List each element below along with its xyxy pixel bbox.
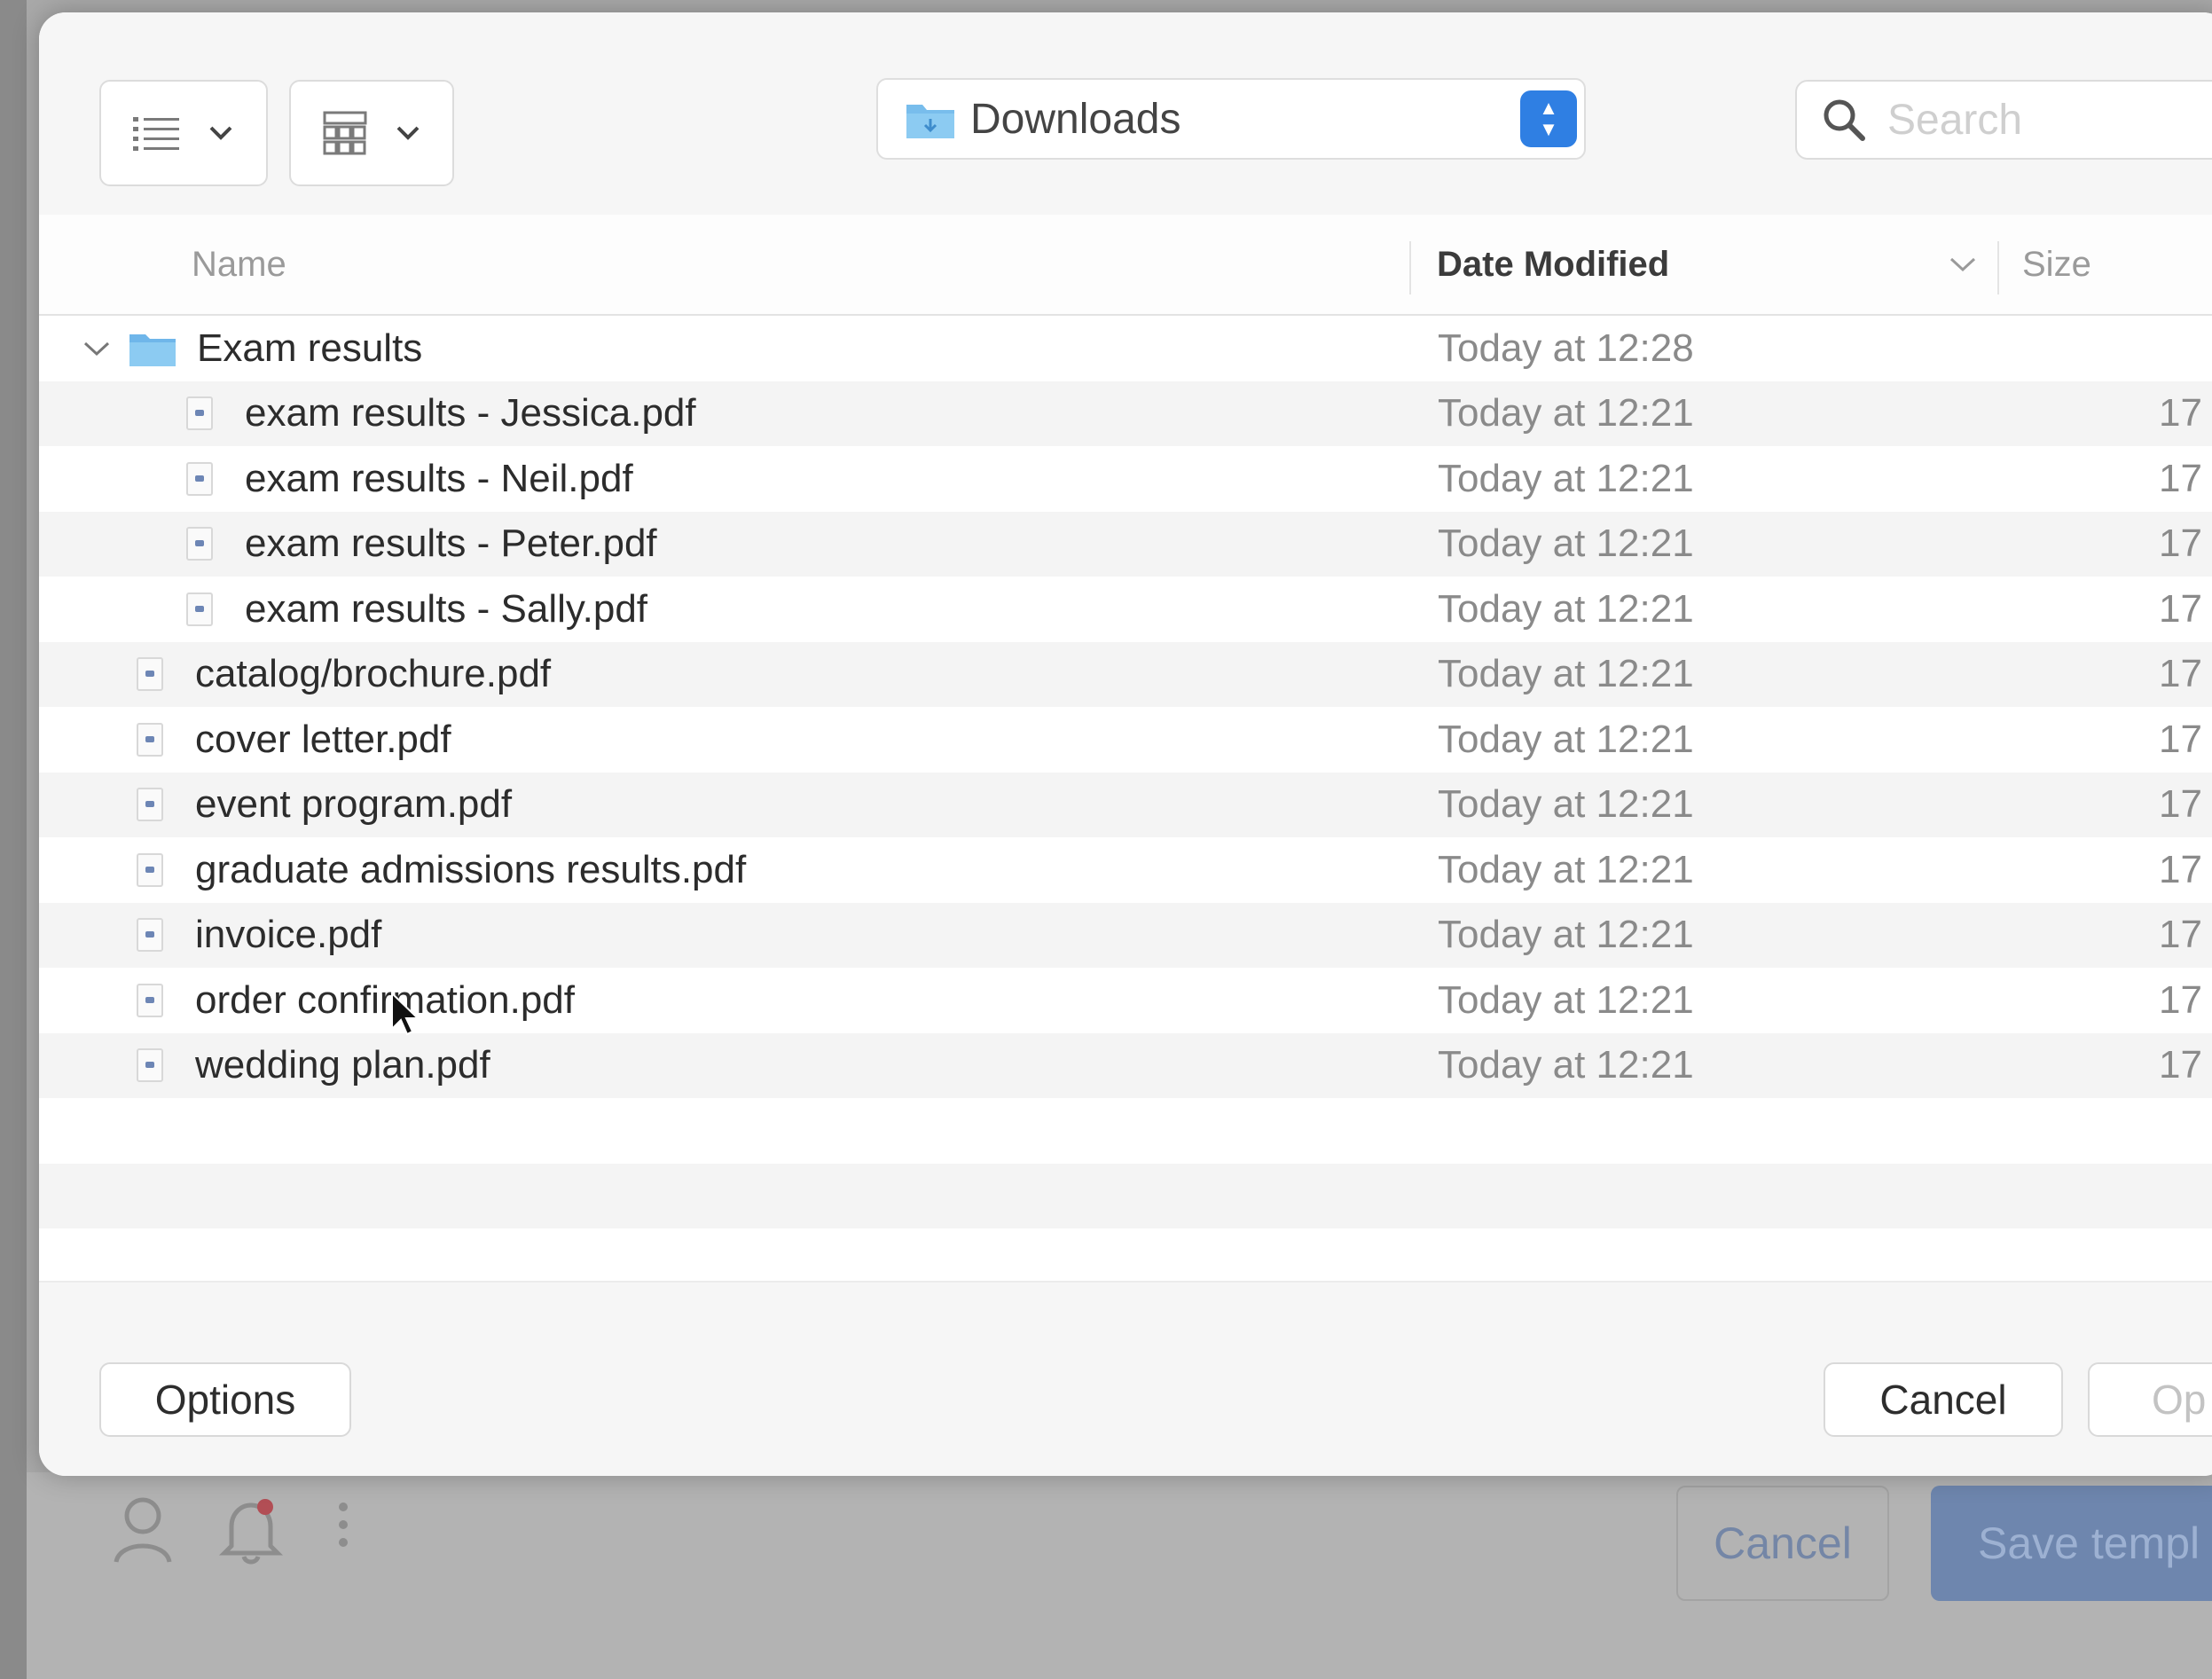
location-stepper-icon[interactable]: ▲ ▼ [1520, 90, 1577, 147]
pdf-file-icon [137, 852, 163, 887]
cancel-button[interactable]: Cancel [1824, 1362, 2063, 1437]
file-date: Today at 12:21 [1438, 391, 1694, 435]
file-date: Today at 12:21 [1438, 1043, 1694, 1087]
file-name: exam results - Jessica.pdf [245, 391, 696, 435]
file-name: Exam results [197, 326, 423, 370]
pdf-file-icon [186, 527, 213, 561]
date-modified-column-header[interactable]: Date Modified [1437, 215, 1978, 314]
file-list: Exam results Today at 12:28 exam results… [39, 316, 2212, 1228]
chevron-down-icon [1949, 257, 1976, 272]
list-item[interactable]: catalog/brochure.pdf Today at 12:21 17 [39, 641, 2212, 707]
column-divider [1997, 241, 1999, 294]
pdf-file-icon [186, 396, 213, 431]
date-modified-label: Date Modified [1437, 244, 1670, 284]
list-item[interactable]: order confirmation.pdf Today at 12:21 17 [39, 968, 2212, 1033]
pdf-file-icon [186, 592, 213, 626]
grid-view-button[interactable] [289, 80, 454, 186]
file-date: Today at 12:21 [1438, 782, 1694, 827]
file-name: cover letter.pdf [195, 717, 451, 761]
list-icon [133, 117, 179, 151]
file-size: 17 [2159, 391, 2202, 435]
file-name: invoice.pdf [195, 913, 382, 957]
search-field[interactable] [1795, 80, 2212, 160]
list-item[interactable]: exam results - Neil.pdf Today at 12:21 1… [39, 446, 2212, 512]
file-date: Today at 12:21 [1438, 977, 1694, 1022]
file-date: Today at 12:21 [1438, 847, 1694, 891]
folder-icon [129, 333, 176, 366]
list-item[interactable]: graduate admissions results.pdf Today at… [39, 837, 2212, 903]
file-date: Today at 12:21 [1438, 456, 1694, 500]
column-header: Name Date Modified Size [39, 215, 2212, 316]
file-size: 17 [2159, 782, 2202, 827]
file-size: 17 [2159, 652, 2202, 696]
search-input[interactable] [1886, 94, 2212, 145]
pdf-file-icon [137, 788, 163, 822]
list-item[interactable]: cover letter.pdf Today at 12:21 17 [39, 707, 2212, 773]
pdf-file-icon [137, 1048, 163, 1083]
bell-icon [218, 1499, 284, 1565]
file-size: 17 [2159, 913, 2202, 957]
chevron-down-icon [209, 126, 232, 140]
search-icon [1824, 99, 1865, 141]
file-name: exam results - Peter.pdf [245, 522, 657, 566]
file-size: 17 [2159, 456, 2202, 500]
list-item[interactable]: exam results - Peter.pdf Today at 12:21 … [39, 511, 2212, 577]
dialog-toolbar: Downloads ▲ ▼ [39, 12, 2212, 215]
background-save-template-button: Save templ [1931, 1486, 2212, 1601]
dialog-footer: Options Cancel Op [39, 1281, 2212, 1476]
pdf-file-icon [137, 918, 163, 953]
file-date: Today at 12:21 [1438, 717, 1694, 761]
list-item[interactable]: invoice.pdf Today at 12:21 17 [39, 902, 2212, 968]
size-column-header[interactable]: Size [2022, 215, 2091, 314]
file-date: Today at 12:21 [1438, 586, 1694, 631]
file-date: Today at 12:21 [1438, 522, 1694, 566]
file-name: order confirmation.pdf [195, 977, 575, 1022]
file-name: wedding plan.pdf [195, 1043, 490, 1087]
file-date: Today at 12:28 [1438, 326, 1694, 370]
list-item[interactable]: Exam results Today at 12:28 [39, 316, 2212, 381]
location-label: Downloads [970, 95, 1181, 143]
open-file-dialog: Downloads ▲▼ Name Date Modified Size [39, 12, 2212, 1476]
downloads-folder-icon [906, 105, 954, 138]
file-date: Today at 12:21 [1438, 652, 1694, 696]
column-divider [1409, 241, 1411, 294]
mouse-cursor-icon [391, 992, 420, 1036]
list-item[interactable]: wedding plan.pdf Today at 12:21 17 [39, 1032, 2212, 1098]
file-size: 17 [2159, 1043, 2202, 1087]
grid-icon [323, 111, 366, 155]
more-vertical-icon [339, 1502, 348, 1547]
pdf-file-icon [137, 657, 163, 692]
pdf-file-icon [137, 722, 163, 757]
file-name: exam results - Neil.pdf [245, 456, 633, 500]
list-item[interactable]: exam results - Sally.pdf Today at 12:21 … [39, 577, 2212, 642]
file-size: 17 [2159, 522, 2202, 566]
file-size: 17 [2159, 586, 2202, 631]
file-size: 17 [2159, 717, 2202, 761]
pdf-file-icon [186, 461, 213, 496]
user-icon [114, 1497, 172, 1563]
list-item[interactable]: event program.pdf Today at 12:21 17 [39, 772, 2212, 837]
file-size: 17 [2159, 847, 2202, 891]
chevron-down-icon [396, 126, 419, 140]
chevron-down-icon[interactable] [82, 339, 112, 358]
file-size: 17 [2159, 977, 2202, 1022]
name-column-header[interactable]: Name [192, 215, 286, 314]
file-name: event program.pdf [195, 782, 513, 827]
list-item[interactable]: exam results - Jessica.pdf Today at 12:2… [39, 381, 2212, 446]
empty-row [39, 1163, 2212, 1228]
file-date: Today at 12:21 [1438, 913, 1694, 957]
list-view-button[interactable] [99, 80, 268, 186]
open-button[interactable]: Op [2088, 1362, 2212, 1437]
empty-row [39, 1098, 2212, 1164]
file-name: exam results - Sally.pdf [245, 586, 648, 631]
options-button[interactable]: Options [99, 1362, 351, 1437]
file-name: catalog/brochure.pdf [195, 652, 552, 696]
location-popup[interactable]: Downloads ▲ ▼ [876, 78, 1586, 160]
pdf-file-icon [137, 983, 163, 1017]
background-cancel-button: Cancel [1676, 1486, 1889, 1601]
file-name: graduate admissions results.pdf [195, 847, 747, 891]
